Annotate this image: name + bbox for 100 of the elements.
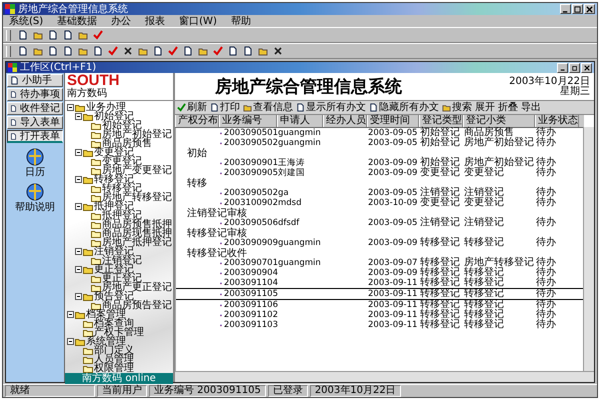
column-header[interactable]: 登记小类 — [463, 115, 535, 127]
tree-item[interactable]: 档案查询 — [94, 319, 134, 328]
minimize-button[interactable] — [557, 62, 568, 72]
collapse-toggle-icon[interactable] — [75, 293, 82, 300]
toolbar-button[interactable]: 显示所有办文 — [296, 102, 366, 113]
table-row[interactable]: 2003090905刘建国 2003-09-09 变更登记 变更登记 待办 — [176, 168, 584, 178]
toolbar-button[interactable]: 搜索 — [442, 102, 472, 113]
menu-item[interactable]: 办公 — [111, 16, 132, 26]
column-header[interactable]: 业务编号 — [219, 115, 277, 127]
column-header[interactable]: 申请人 — [277, 115, 323, 127]
tree-item[interactable]: 转移登记 — [94, 175, 134, 184]
tree-item[interactable]: 变更登记 — [102, 157, 142, 166]
menu-item[interactable]: 基础数据 — [57, 16, 98, 26]
tree-item[interactable]: 房地产变更登记 — [102, 166, 172, 175]
toolbar-button[interactable]: 导出 — [521, 102, 541, 113]
tree-item[interactable]: 档案管理 — [86, 310, 126, 319]
tree-item[interactable]: 注销登记 — [94, 247, 134, 256]
nav-button[interactable]: 待办事项 — [7, 88, 63, 101]
tree-item[interactable]: 部门定义 — [94, 346, 134, 355]
tree-item[interactable]: 人员管理 — [94, 355, 134, 364]
shortcut-label[interactable]: 日历 — [25, 167, 45, 178]
table-row[interactable]: 2003090909guangmin 2003-09-09 转移登记 转移登记 待办 — [176, 238, 584, 248]
minimize-button[interactable] — [560, 4, 571, 14]
toolbar-button[interactable]: 展开 — [475, 102, 495, 113]
tree-item[interactable]: 转移登记 — [102, 184, 142, 193]
shortcut-label[interactable]: 帮助说明 — [15, 202, 55, 213]
menu-item[interactable]: 帮助 — [230, 16, 251, 26]
collapse-toggle-icon[interactable] — [75, 248, 82, 255]
maximize-button[interactable] — [572, 4, 583, 14]
toolbar-button[interactable]: 隐藏所有办文 — [369, 102, 439, 113]
collapse-toggle-icon[interactable] — [75, 113, 82, 120]
tree-item[interactable]: 更正登记 — [102, 274, 142, 283]
table-row[interactable]: 2003091103 2003-09-11 转移登记 转移登记 待办 — [176, 320, 584, 330]
group-label[interactable]: 注销登记审核 — [187, 208, 247, 219]
table-row[interactable]: 2003090904 2003-09-09 转移登记 转移登记 待办 — [176, 268, 584, 278]
table-row[interactable]: 2003090901王海涛 2003-09-09 初始登记 房地产初始登记 待办 — [176, 158, 584, 168]
group-label[interactable]: 转移登记收件 — [187, 248, 247, 259]
collapse-toggle-icon[interactable] — [67, 311, 74, 318]
table-row[interactable]: 2003090701guangmin 2003-09-07 转移登记 房地产转移登记 待办 — [176, 258, 584, 268]
column-header[interactable]: 业务状态 — [535, 115, 579, 127]
nav-button[interactable]: 小助手 — [7, 74, 63, 87]
column-header[interactable]: 产权分布 — [175, 115, 219, 127]
menu-item[interactable]: 系统(S) — [9, 16, 44, 26]
nav-button[interactable]: 导入表单 — [7, 116, 63, 129]
globe-icon[interactable] — [25, 147, 45, 167]
table-row[interactable]: 2003090502ga 2003-09-05 注销登记 注销登记 待办 — [176, 188, 584, 198]
tree-item[interactable]: 商品房预告登记 — [102, 301, 172, 310]
toolbar-button[interactable]: 刷新 — [177, 102, 207, 113]
globe-icon[interactable] — [25, 182, 45, 202]
close-button[interactable] — [584, 4, 595, 14]
nav-button[interactable]: 收件登记 — [7, 102, 63, 115]
tree-item[interactable]: 抵押登记 — [102, 211, 142, 220]
table-row[interactable]: 2003090502guangmin 2003-09-05 初始登记 房地产初始登记 待办 — [176, 138, 584, 148]
group-label[interactable]: 转移 — [187, 178, 207, 189]
collapse-toggle-icon[interactable] — [67, 338, 74, 345]
check-icon[interactable] — [211, 44, 224, 58]
tree-item[interactable]: 房地产初始登记 — [102, 130, 172, 139]
tree-item[interactable]: 商品房预售抵押 — [102, 220, 172, 229]
tree-item[interactable]: 商品房预售 — [102, 139, 152, 148]
column-header[interactable]: 经办人员 — [323, 115, 367, 127]
toolbar-button[interactable]: 查看信息 — [243, 102, 293, 113]
menu-item[interactable]: 窗口(W) — [179, 16, 217, 26]
tree-item[interactable]: 系统管理 — [86, 337, 126, 346]
group-label[interactable]: 转移登记审核 — [187, 228, 247, 239]
tree-item[interactable]: 更正登记 — [94, 265, 134, 274]
restore-button[interactable] — [569, 62, 580, 72]
tree-item[interactable]: 变更登记 — [94, 148, 134, 157]
tree-item[interactable]: 抵押登记 — [94, 202, 134, 211]
tree-item[interactable]: 商品房现售抵押 — [102, 229, 172, 238]
collapse-toggle-icon[interactable] — [75, 266, 82, 273]
table-row[interactable]: 2003090506dfsdf 2003-09-05 注销登记 注销登记 待办 — [176, 218, 584, 228]
check-icon[interactable] — [91, 28, 104, 42]
close-button[interactable] — [581, 62, 592, 72]
column-header[interactable]: 受理时间 — [367, 115, 419, 127]
tree-item[interactable]: 房地产更正登记 — [102, 283, 172, 292]
table-row[interactable]: 2003090501guangmin 2003-09-05 初始登记 商品房预售 待办 — [176, 128, 584, 138]
table-row[interactable]: 2003091104 2003-09-11 转移登记 转移登记 待办 — [176, 278, 584, 288]
tree-item[interactable]: 产权卡管理 — [94, 328, 144, 337]
tree-item[interactable]: 初始登记 — [102, 121, 142, 130]
group-label[interactable]: 初始 — [187, 148, 207, 159]
tree-item[interactable]: 预告登记 — [94, 292, 134, 301]
collapse-toggle-icon[interactable] — [67, 104, 74, 111]
table-row[interactable]: 2003100902mdsd 2003-10-09 变更登记 变更登记 待办 — [176, 198, 584, 208]
tree-item[interactable]: 房地产转移登记 — [102, 193, 172, 202]
toolbar-button[interactable]: 折叠 — [498, 102, 518, 113]
tree-item[interactable]: 房地产抵押登记 — [102, 238, 172, 247]
check-icon[interactable] — [166, 44, 179, 58]
collapse-toggle-icon[interactable] — [75, 176, 82, 183]
tree-item[interactable]: 业务办理 — [86, 103, 126, 112]
toolbar-button[interactable]: 打印 — [210, 102, 240, 113]
scrollbar[interactable] — [583, 127, 594, 371]
tree-item[interactable]: 初始登记 — [94, 112, 134, 121]
menu-item[interactable]: 报表 — [145, 16, 166, 26]
tree-item[interactable]: 注销登记 — [102, 256, 142, 265]
nav-button[interactable]: 打开表单 — [7, 130, 63, 143]
column-header[interactable]: 登记类型 — [419, 115, 463, 127]
scrollbar[interactable] — [175, 371, 594, 382]
collapse-toggle-icon[interactable] — [75, 203, 82, 210]
table-row[interactable]: 2003091102 2003-09-11 转移登记 转移登记 待办 — [176, 310, 584, 320]
collapse-toggle-icon[interactable] — [75, 149, 82, 156]
